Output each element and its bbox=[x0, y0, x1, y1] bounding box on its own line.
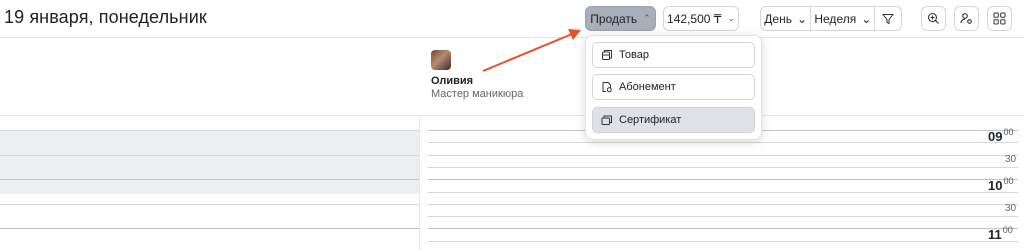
staff-name: Оливия bbox=[431, 75, 474, 87]
grid-line bbox=[428, 192, 1018, 193]
grid-line bbox=[428, 241, 1018, 242]
grid-line bbox=[428, 179, 1018, 180]
box-icon bbox=[602, 50, 612, 60]
chevron-down-icon: ⌄ bbox=[861, 11, 872, 26]
view-day-dropdown[interactable]: День ⌄ bbox=[761, 7, 812, 30]
filter-icon bbox=[882, 13, 895, 24]
revenue-button[interactable]: 142,500 ₸ ⌄ bbox=[663, 6, 739, 31]
time-label-hour: 1000 bbox=[988, 176, 1014, 193]
zoom-in-icon bbox=[927, 12, 939, 24]
menu-item-label: Товар bbox=[619, 49, 649, 61]
layout-button[interactable] bbox=[987, 6, 1012, 31]
subscription-icon bbox=[602, 82, 612, 93]
menu-item-product[interactable]: Товар bbox=[592, 42, 755, 68]
time-label-hour: 0900 bbox=[988, 127, 1014, 144]
menu-item-label: Абонемент bbox=[619, 81, 676, 93]
filter-button[interactable] bbox=[875, 7, 901, 30]
time-label-half: 30 bbox=[1005, 203, 1017, 214]
hour-text: 09 bbox=[988, 129, 1003, 144]
grid-line bbox=[0, 130, 419, 131]
zoom-button[interactable] bbox=[921, 6, 946, 31]
view-day-label: День bbox=[764, 11, 792, 26]
grid-line bbox=[428, 142, 1018, 143]
schedule-column-left[interactable] bbox=[0, 115, 420, 250]
menu-item-subscription[interactable]: Абонемент bbox=[592, 74, 755, 100]
grid-icon bbox=[993, 12, 1006, 25]
minutes-text: 00 bbox=[1002, 225, 1013, 235]
date-title: 19 января, понедельник bbox=[4, 7, 207, 27]
time-label-hour: 1100 bbox=[988, 225, 1013, 242]
minutes-text: 00 bbox=[1003, 127, 1014, 137]
user-settings-icon bbox=[960, 13, 972, 24]
grid-line bbox=[428, 228, 1018, 229]
chevron-down-icon: ⌄ bbox=[727, 13, 735, 23]
grid-line bbox=[428, 204, 1018, 205]
grid-line bbox=[428, 167, 1018, 168]
view-switcher: День ⌄ Неделя ⌄ bbox=[760, 6, 902, 31]
minutes-text: 00 bbox=[1003, 176, 1014, 186]
grid-line bbox=[0, 155, 419, 156]
chevron-down-icon: ⌄ bbox=[796, 11, 808, 26]
time-label-half: 30 bbox=[1005, 154, 1017, 165]
grid-line bbox=[428, 216, 1018, 217]
certificate-icon bbox=[601, 115, 612, 125]
grid-line bbox=[0, 179, 419, 180]
grid-line bbox=[0, 204, 419, 205]
view-week-dropdown[interactable]: Неделя ⌄ bbox=[811, 7, 876, 30]
top-toolbar: 19 января, понедельник Продать ⌃ 142,500… bbox=[0, 0, 1024, 38]
hour-text: 10 bbox=[988, 178, 1003, 193]
grid-line bbox=[428, 155, 1018, 156]
staff-settings-button[interactable] bbox=[954, 6, 979, 31]
chevron-up-icon: ⌃ bbox=[643, 13, 651, 23]
sell-button-label: Продать bbox=[590, 11, 638, 26]
menu-item-label: Сертификат bbox=[619, 114, 682, 126]
hour-text: 11 bbox=[988, 227, 1002, 242]
avatar[interactable] bbox=[431, 50, 451, 70]
view-week-label: Неделя bbox=[814, 11, 857, 26]
grid-line bbox=[0, 228, 419, 229]
staff-header bbox=[0, 38, 1024, 116]
revenue-label: 142,500 ₸ bbox=[667, 11, 722, 26]
menu-item-certificate[interactable]: Сертификат bbox=[592, 107, 755, 133]
staff-role: Мастер маникюра bbox=[431, 88, 524, 100]
sell-button[interactable]: Продать ⌃ bbox=[585, 6, 656, 31]
blocked-time-slot bbox=[0, 130, 419, 194]
sell-dropdown-menu: Товар Абонемент Сертификат bbox=[585, 35, 762, 140]
